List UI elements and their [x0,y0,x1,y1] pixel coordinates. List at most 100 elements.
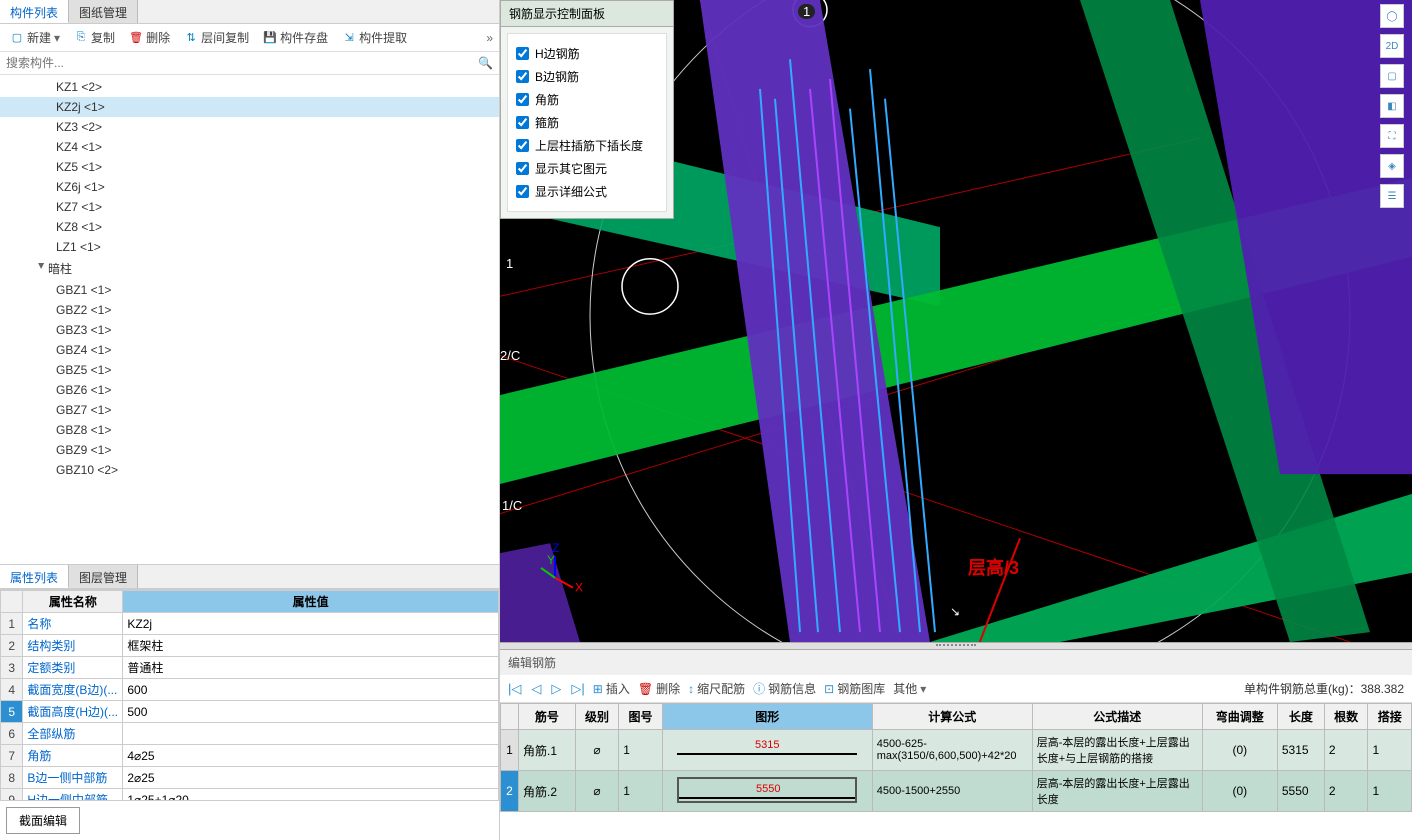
info-button[interactable]: ⓘ钢筋信息 [753,680,816,697]
check-show-formula[interactable] [516,185,529,198]
tree-item-selected[interactable]: KZ2j <1> [0,97,499,117]
search-row: 🔍 [0,52,499,75]
tab-components[interactable]: 构件列表 [0,0,69,23]
top-toolbar: ▢新建▾ ⎘复制 🗑删除 ⇅层间复制 💾构件存盘 ⇲构件提取 » [0,24,499,52]
check-upper-insert[interactable] [516,139,529,152]
svg-text:Y: Y [547,553,555,567]
check-corner-rebar[interactable] [516,93,529,106]
prop-value-cell[interactable]: 1⌀25+1⌀20 [123,789,499,801]
col-num: 筋号 [519,704,576,730]
3d-viewport[interactable]: ↘ Z X Y 1 1 2/C 1/C 层高/3 钢筋显示控制面板 H边钢筋 B… [500,0,1412,642]
store-button[interactable]: 💾构件存盘 [259,27,332,48]
prop-value-cell[interactable]: KZ2j [123,613,499,635]
nav-next-icon[interactable]: ▷ [551,681,561,697]
scale-button[interactable]: ↕缩尺配筋 [688,680,745,697]
table-row-selected[interactable]: 2 角筋.2 ⌀ 1 5550 4500-1500+2550 层高-本层的露出长… [501,771,1412,812]
list-icon[interactable]: ☰ [1380,184,1404,208]
left-bottom-tabs: 属性列表 图层管理 [0,565,499,589]
delete-button[interactable]: 🗑删除 [125,27,174,48]
tree-item[interactable]: GBZ8 <1> [0,420,499,440]
viewport-toolbar: ◯ 2D ▢ ◧ ⛶ ◈ ☰ [1380,4,1408,208]
prop-value-cell[interactable] [123,701,499,723]
tree-item[interactable]: GBZ2 <1> [0,300,499,320]
annotation-text: 层高/3 [968,554,1019,580]
floor-copy-icon: ⇅ [184,31,198,45]
cube-wire-icon[interactable]: ▢ [1380,64,1404,88]
prop-value-cell[interactable]: 普通柱 [123,657,499,679]
tree-item[interactable]: KZ5 <1> [0,157,499,177]
col-dia: 图号 [619,704,663,730]
check-b-rebar[interactable] [516,70,529,83]
section-edit-button[interactable]: 截面编辑 [6,807,80,834]
fit-icon[interactable]: ⛶ [1380,124,1404,148]
delete-icon: 🗑 [129,31,143,45]
left-top-tabs: 构件列表 图纸管理 [0,0,499,24]
col-lap: 搭接 [1368,704,1412,730]
tree-item[interactable]: GBZ9 <1> [0,440,499,460]
rebar-toolbar: |◁ ◁ ▷ ▷| ⊞插入 🗑删除 ↕缩尺配筋 ⓘ钢筋信息 ⊡钢筋图库 其他 ▾… [500,675,1412,703]
table-row[interactable]: 1 角筋.1 ⌀ 1 5315 4500-625-max(3150/6,600,… [501,730,1412,771]
tree-item[interactable]: GBZ5 <1> [0,360,499,380]
tab-layers[interactable]: 图层管理 [69,565,138,588]
tree-item[interactable]: GBZ4 <1> [0,340,499,360]
other-button[interactable]: 其他 ▾ [893,680,926,697]
copy-button[interactable]: ⎘复制 [70,27,119,48]
tree-group-expand[interactable]: 暗柱 [0,257,499,280]
iso-icon[interactable]: ◈ [1380,154,1404,178]
svg-text:↘: ↘ [950,604,960,618]
viewcube-icon[interactable]: ◯ [1380,4,1404,28]
total-weight-label: 单构件钢筋总重(kg)：388.382 [1244,680,1404,697]
tree-item[interactable]: KZ1 <2> [0,77,499,97]
prop-value-cell[interactable]: 2⌀25 [123,767,499,789]
tree-item[interactable]: GBZ7 <1> [0,400,499,420]
check-show-other[interactable] [516,162,529,175]
tree-item[interactable]: GBZ6 <1> [0,380,499,400]
prop-value-cell[interactable]: 600 [123,679,499,701]
rebar-display-panel: 钢筋显示控制面板 H边钢筋 B边钢筋 角筋 箍筋 上层柱插筋下插长度 显示其它图… [500,0,674,219]
tree-item[interactable]: KZ4 <1> [0,137,499,157]
extract-button[interactable]: ⇲构件提取 [338,27,411,48]
tab-props[interactable]: 属性列表 [0,565,69,588]
axis-label: 1 [798,4,815,19]
prop-value-cell[interactable]: 4⌀25 [123,745,499,767]
check-stirrup[interactable] [516,116,529,129]
tree-item[interactable]: LZ1 <1> [0,237,499,257]
tree-item[interactable]: KZ8 <1> [0,217,499,237]
property-table: 属性名称属性值 1名称KZ2j 2结构类别框架柱 3定额类别普通柱 4截面宽度(… [0,589,499,800]
insert-button[interactable]: ⊞插入 [593,680,630,697]
axis-label: 2/C [500,348,520,363]
component-tree[interactable]: KZ1 <2> KZ2j <1> KZ3 <2> KZ4 <1> KZ5 <1>… [0,75,499,564]
shape-diagram: 5315 [677,739,857,759]
tree-item[interactable]: KZ6j <1> [0,177,499,197]
tree-item[interactable]: KZ3 <2> [0,117,499,137]
tree-item[interactable]: GBZ3 <1> [0,320,499,340]
store-icon: 💾 [263,31,277,45]
col-len: 长度 [1277,704,1324,730]
nav-last-icon[interactable]: ▷| [571,681,584,697]
tree-item[interactable]: GBZ1 <1> [0,280,499,300]
nav-first-icon[interactable]: |◁ [508,681,521,697]
prop-value-cell[interactable] [123,723,499,745]
search-icon[interactable]: 🔍 [478,56,493,70]
tree-item[interactable]: GBZ10 <2> [0,460,499,480]
tree-item[interactable]: KZ7 <1> [0,197,499,217]
col-prop-value: 属性值 [123,591,499,613]
search-input[interactable] [0,52,499,74]
rebar-panel-title: 编辑钢筋 [500,650,1412,675]
tab-drawings[interactable]: 图纸管理 [69,0,138,23]
cube-solid-icon[interactable]: ◧ [1380,94,1404,118]
toolbar-more-icon[interactable]: » [486,31,493,45]
prop-value-cell[interactable]: 框架柱 [123,635,499,657]
float-panel-title: 钢筋显示控制面板 [501,1,673,27]
rebar-delete-button[interactable]: 🗑删除 [638,680,680,697]
nav-prev-icon[interactable]: ◁ [531,681,541,697]
col-prop-name: 属性名称 [23,591,123,613]
new-button[interactable]: ▢新建▾ [6,27,64,48]
shape-diagram-selected[interactable]: 5550 [677,777,857,803]
check-h-rebar[interactable] [516,47,529,60]
floor-copy-button[interactable]: ⇅层间复制 [180,27,253,48]
lib-button[interactable]: ⊡钢筋图库 [824,680,885,697]
col-formula: 计算公式 [872,704,1032,730]
2d-icon[interactable]: 2D [1380,34,1404,58]
panel-divider[interactable] [500,642,1412,650]
